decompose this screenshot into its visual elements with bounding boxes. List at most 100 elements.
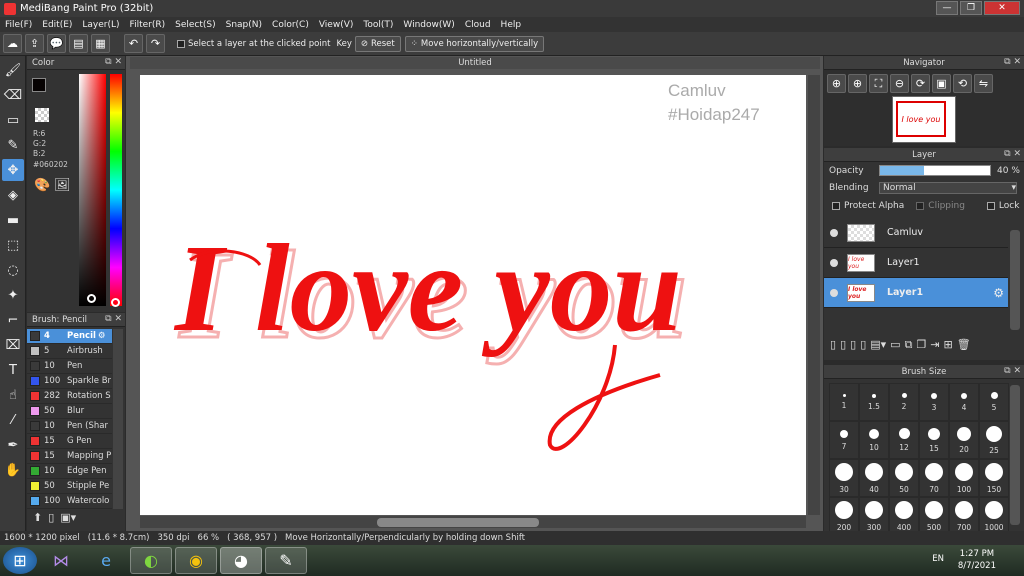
- shape-tool-icon[interactable]: ✎: [2, 134, 24, 156]
- menu-color[interactable]: Color(C): [267, 20, 314, 30]
- brush-size-cell[interactable]: 20: [949, 421, 979, 459]
- eyedropper-tool-icon[interactable]: ⁄: [2, 409, 24, 431]
- brush-menu-icon[interactable]: ▣▾: [60, 511, 76, 524]
- navigator-preview[interactable]: I love you: [892, 96, 956, 143]
- visibility-icon[interactable]: [830, 288, 838, 297]
- comment-icon[interactable]: 💬: [47, 34, 66, 53]
- panel-close-icon[interactable]: ⧉ ✕: [1004, 366, 1021, 376]
- lasso-tool-icon[interactable]: ◌: [2, 259, 24, 281]
- new-8bit-layer-icon[interactable]: ▯: [850, 338, 856, 352]
- brush-item[interactable]: 50 Blur: [27, 404, 112, 419]
- brush-size-cell[interactable]: 1.5: [859, 383, 889, 421]
- medibang-icon[interactable]: ◕: [220, 547, 262, 574]
- hue-handle[interactable]: [111, 298, 120, 307]
- document-icon[interactable]: ▦: [91, 34, 110, 53]
- selection-tool-icon[interactable]: ⬚: [2, 234, 24, 256]
- brush-item[interactable]: 100 Sparkle Br: [27, 374, 112, 389]
- brush-list-scrollbar[interactable]: [113, 329, 123, 509]
- color-picker-handle[interactable]: [87, 294, 96, 303]
- layer-row[interactable]: I love you Layer1 ⚙: [824, 278, 1008, 308]
- language-indicator[interactable]: EN: [932, 554, 944, 564]
- zoom-in-icon[interactable]: ⊕: [827, 74, 846, 93]
- layer-row[interactable]: Camluv: [824, 218, 1008, 248]
- eraser-tool-icon[interactable]: ⌫: [2, 84, 24, 106]
- brush-size-cell[interactable]: 15: [919, 421, 949, 459]
- visual-studio-icon[interactable]: ⋈: [40, 547, 82, 574]
- fill-tool-icon[interactable]: ◈: [2, 184, 24, 206]
- chat-icon[interactable]: ▤: [69, 34, 88, 53]
- zoom-out-icon[interactable]: ⊖: [890, 74, 909, 93]
- close-button[interactable]: ✕: [984, 1, 1020, 15]
- select-layer-option[interactable]: Select a layer at the clicked point: [177, 39, 330, 49]
- brush-size-cell[interactable]: 40: [859, 459, 889, 497]
- redo-icon[interactable]: ↷: [146, 34, 165, 53]
- fit-icon[interactable]: ⛶: [869, 74, 888, 93]
- start-button[interactable]: ⊞: [3, 547, 37, 574]
- menu-layer[interactable]: Layer(L): [77, 20, 124, 30]
- rotate-icon[interactable]: ⟳: [911, 74, 930, 93]
- brush-size-cell[interactable]: 30: [829, 459, 859, 497]
- brush-size-cell[interactable]: 1: [829, 383, 859, 421]
- palette-add-icon[interactable]: 🖼: [54, 178, 71, 193]
- brush-size-cell[interactable]: 12: [889, 421, 919, 459]
- brush-tool-icon[interactable]: 🖌: [2, 59, 24, 81]
- panel-close-icon[interactable]: ⧉ ✕: [1004, 57, 1021, 67]
- trash-icon[interactable]: 🗑: [957, 338, 971, 352]
- brush-item[interactable]: 15 Mapping P: [27, 449, 112, 464]
- layer-row[interactable]: I love you Layer1: [824, 248, 1008, 278]
- restore-button[interactable]: ❐: [960, 1, 982, 15]
- paint-icon[interactable]: ✎: [265, 547, 307, 574]
- brush-size-cell[interactable]: 3: [919, 383, 949, 421]
- actual-size-icon[interactable]: ▣: [932, 74, 951, 93]
- brush-size-cell[interactable]: 700: [949, 497, 979, 535]
- canvas[interactable]: Camluv #Hoidap247 I love you I love you: [140, 75, 806, 515]
- layer-list-scrollbar[interactable]: [1010, 230, 1020, 330]
- coc-coc-icon[interactable]: ◐: [130, 547, 172, 574]
- brush-size-cell[interactable]: 1000: [979, 497, 1009, 535]
- blending-select[interactable]: Normal ▾: [879, 181, 1017, 194]
- menu-select[interactable]: Select(S): [170, 20, 221, 30]
- reset-button[interactable]: ⊘ Reset: [354, 35, 401, 52]
- flip-icon[interactable]: ⇋: [974, 74, 993, 93]
- brush-item[interactable]: 5 Airbrush: [27, 344, 112, 359]
- internet-explorer-icon[interactable]: e: [85, 547, 127, 574]
- select-pen-tool-icon[interactable]: ⌐: [2, 309, 24, 331]
- brush-item[interactable]: 15 G Pen: [27, 434, 112, 449]
- panel-close-icon[interactable]: ⧉ ✕: [105, 314, 122, 324]
- add-brush-icon[interactable]: ⬆: [33, 511, 42, 524]
- folder-icon[interactable]: ▭: [890, 338, 900, 352]
- brush-item[interactable]: 100 Watercolo: [27, 494, 112, 509]
- brush-item[interactable]: 10 Edge Pen: [27, 464, 112, 479]
- brush-size-cell[interactable]: 7: [829, 421, 859, 459]
- menu-cloud[interactable]: Cloud: [460, 20, 496, 30]
- canvas-tab[interactable]: Untitled: [130, 57, 820, 69]
- cloud-icon[interactable]: ☁: [3, 34, 22, 53]
- brush-item[interactable]: 282 Rotation S: [27, 389, 112, 404]
- lock-checkbox[interactable]: [986, 202, 995, 210]
- layer-property-icon[interactable]: ⊞: [944, 338, 953, 352]
- minimize-button[interactable]: —: [936, 1, 958, 15]
- add-layer-menu-icon[interactable]: ▤▾: [870, 338, 886, 352]
- brush-size-cell[interactable]: 500: [919, 497, 949, 535]
- brush-size-cell[interactable]: 2: [889, 383, 919, 421]
- brush-size-cell[interactable]: 400: [889, 497, 919, 535]
- undo-icon[interactable]: ↶: [124, 34, 143, 53]
- brush-item[interactable]: 4 Pencil ⚙: [27, 329, 112, 344]
- rectangle-tool-icon[interactable]: ▭: [2, 109, 24, 131]
- vertical-scrollbar[interactable]: [808, 75, 820, 515]
- menu-view[interactable]: View(V): [314, 20, 359, 30]
- palette-icon[interactable]: 🎨: [34, 178, 50, 193]
- brush-size-cell[interactable]: 300: [859, 497, 889, 535]
- visibility-icon[interactable]: [830, 228, 838, 237]
- share-icon[interactable]: ⇪: [25, 34, 44, 53]
- menu-file[interactable]: File(F): [0, 20, 37, 30]
- panel-close-icon[interactable]: ⧉ ✕: [1004, 149, 1021, 159]
- primary-color-swatch[interactable]: [32, 78, 46, 92]
- panel-close-icon[interactable]: ⧉ ✕: [105, 57, 122, 67]
- pen-tool-icon[interactable]: ✒: [2, 434, 24, 456]
- magic-wand-tool-icon[interactable]: ✦: [2, 284, 24, 306]
- horizontal-scroll-thumb[interactable]: [377, 518, 539, 527]
- brush-size-cell[interactable]: 70: [919, 459, 949, 497]
- clock[interactable]: 1:27 PM 8/7/2021: [958, 548, 996, 572]
- brush-size-cell[interactable]: 4: [949, 383, 979, 421]
